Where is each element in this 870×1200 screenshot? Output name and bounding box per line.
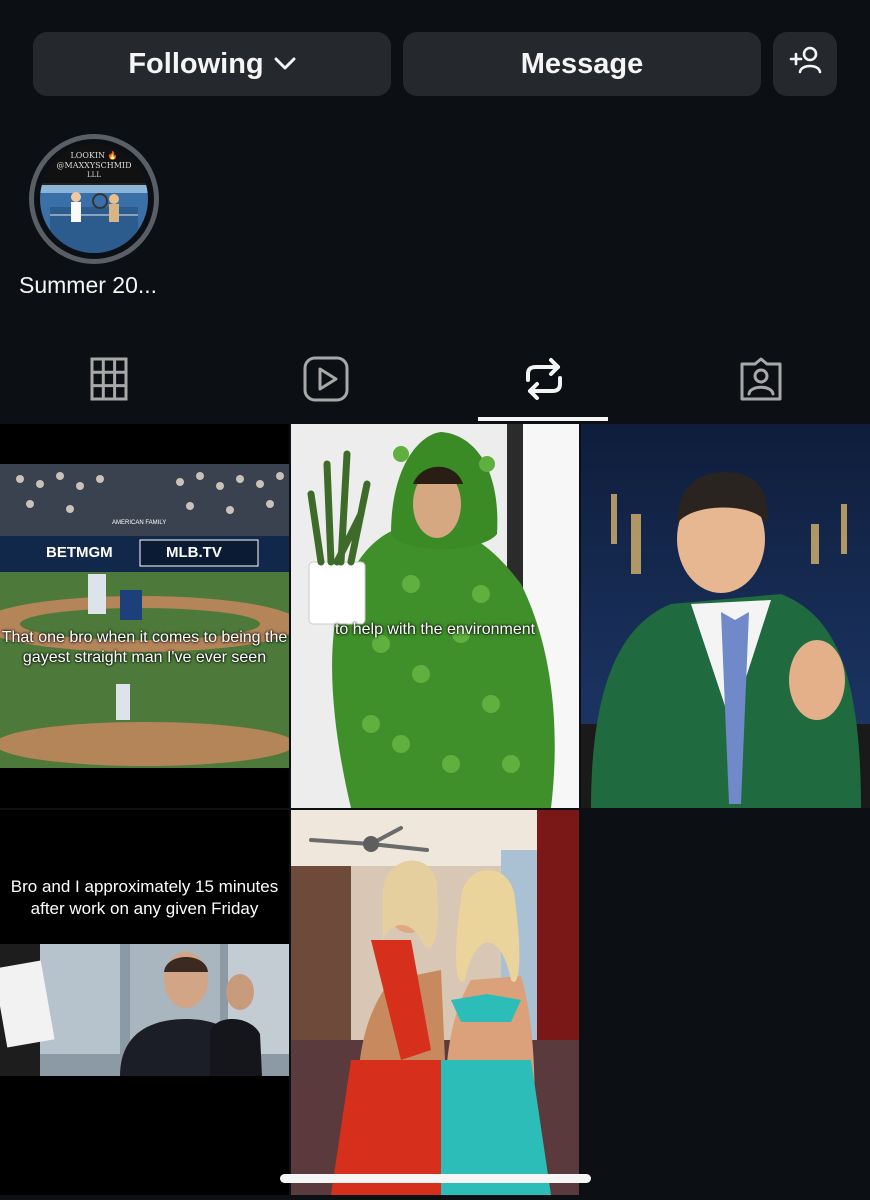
chevron-down-icon [274, 57, 296, 71]
following-button[interactable]: Following [33, 32, 391, 96]
post-tile-5[interactable] [291, 810, 579, 1195]
tab-posts[interactable] [0, 340, 217, 422]
tab-reposts[interactable] [435, 340, 652, 422]
post-1-overlay-mlbtv: MLB.TV [166, 544, 222, 561]
home-indicator[interactable] [280, 1174, 591, 1183]
profile-tabs [0, 340, 870, 422]
post-2-caption: to help with the environment [334, 621, 536, 638]
post-1-overlay-sponsor: AMERICAN FAMILY [112, 520, 167, 526]
highlight-cover-text-2: @MAXXYSCHMID [56, 161, 132, 170]
message-button[interactable]: Message [403, 32, 761, 96]
active-tab-indicator [478, 417, 608, 421]
highlight-cover-text-1: LOOKIN 🔥 [70, 151, 118, 160]
add-user-button[interactable] [773, 32, 837, 96]
repost-icon [522, 356, 566, 407]
highlight-cover: LOOKIN 🔥 @MAXXYSCHMID LLL [40, 145, 148, 253]
post-1-caption: That one bro when it comes to being the … [1, 629, 288, 666]
post-tile-1[interactable]: BETMGM MLB.TV AMERICAN FAMILY That one b… [0, 424, 289, 808]
message-label: Message [520, 47, 644, 80]
post-4-caption: Bro and I approximately 15 minutes after… [10, 877, 279, 918]
tab-reels[interactable] [217, 340, 434, 422]
following-label: Following [128, 47, 264, 80]
grid-icon [90, 357, 128, 406]
reels-icon [303, 356, 349, 407]
tagged-icon [738, 356, 784, 407]
post-tile-4[interactable]: Bro and I approximately 15 minutes after… [0, 810, 289, 1195]
post-tile-3[interactable] [581, 424, 870, 808]
tab-tagged[interactable] [652, 340, 869, 422]
add-user-icon [788, 45, 822, 83]
highlight-label[interactable]: Summer 20... [19, 272, 157, 299]
story-highlight[interactable]: LOOKIN 🔥 @MAXXYSCHMID LLL [29, 134, 159, 264]
post-tile-2[interactable]: to help with the environment [291, 424, 579, 808]
highlight-cover-text-3: LLL [87, 171, 101, 179]
post-1-overlay-betmgm: BETMGM [46, 544, 113, 561]
